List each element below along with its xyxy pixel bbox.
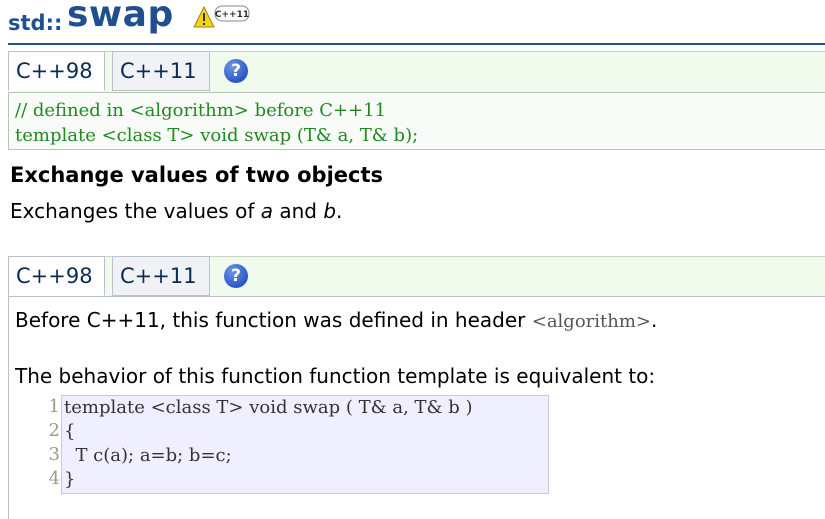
- cpp11-badge-text: C++11: [215, 10, 249, 20]
- line-number: 4: [48, 468, 60, 489]
- summary-suffix: .: [336, 199, 343, 223]
- code-line: template <class T> void swap ( T& a, T& …: [64, 397, 473, 418]
- code-line: }: [64, 469, 76, 490]
- line-number: 1: [48, 396, 60, 417]
- summary-prefix: Exchanges the values of: [10, 199, 261, 223]
- header-note-suffix: .: [651, 308, 658, 332]
- declaration-signature: template <class T> void swap (T& a, T& b…: [15, 125, 419, 146]
- title-divider: [8, 43, 825, 45]
- header-note: Before C++11, this function was defined …: [15, 308, 657, 332]
- behavior-note: The behavior of this function function t…: [15, 364, 656, 388]
- summary-heading: Exchange values of two objects: [10, 163, 383, 187]
- cpp11-warning-icon: C++11: [193, 5, 250, 28]
- summary-mid: and: [273, 199, 324, 223]
- code-lines[interactable]: template <class T> void swap ( T& a, T& …: [61, 395, 549, 494]
- declaration-comment: // defined in <algorithm> before C++11: [15, 100, 387, 121]
- code-line: T c(a); a=b; b=c;: [64, 445, 232, 466]
- tab-cpp11[interactable]: C++11: [112, 256, 210, 296]
- line-number: 2: [48, 420, 60, 441]
- help-icon[interactable]: ?: [224, 59, 248, 83]
- title-namespace: std::: [8, 11, 63, 35]
- line-number: 3: [48, 444, 60, 465]
- header-note-prefix: Before C++11, this function was defined …: [15, 308, 532, 332]
- summary-text: Exchanges the values of a and b.: [10, 199, 342, 223]
- tab-cpp11[interactable]: C++11: [112, 51, 210, 91]
- param-b: b: [323, 199, 337, 223]
- header-name: <algorithm>: [531, 311, 652, 332]
- tab-cpp98[interactable]: C++98: [8, 256, 105, 296]
- code-line: {: [64, 421, 76, 442]
- declaration-code: // defined in <algorithm> before C++11 t…: [8, 92, 825, 150]
- tab-cpp98[interactable]: C++98: [8, 51, 105, 91]
- param-a: a: [260, 199, 273, 223]
- code-listing: 1 2 3 4 template <class T> void swap ( T…: [32, 395, 552, 496]
- help-icon[interactable]: ?: [224, 264, 248, 288]
- line-numbers: 1 2 3 4: [32, 395, 60, 491]
- title-name: swap: [67, 0, 174, 35]
